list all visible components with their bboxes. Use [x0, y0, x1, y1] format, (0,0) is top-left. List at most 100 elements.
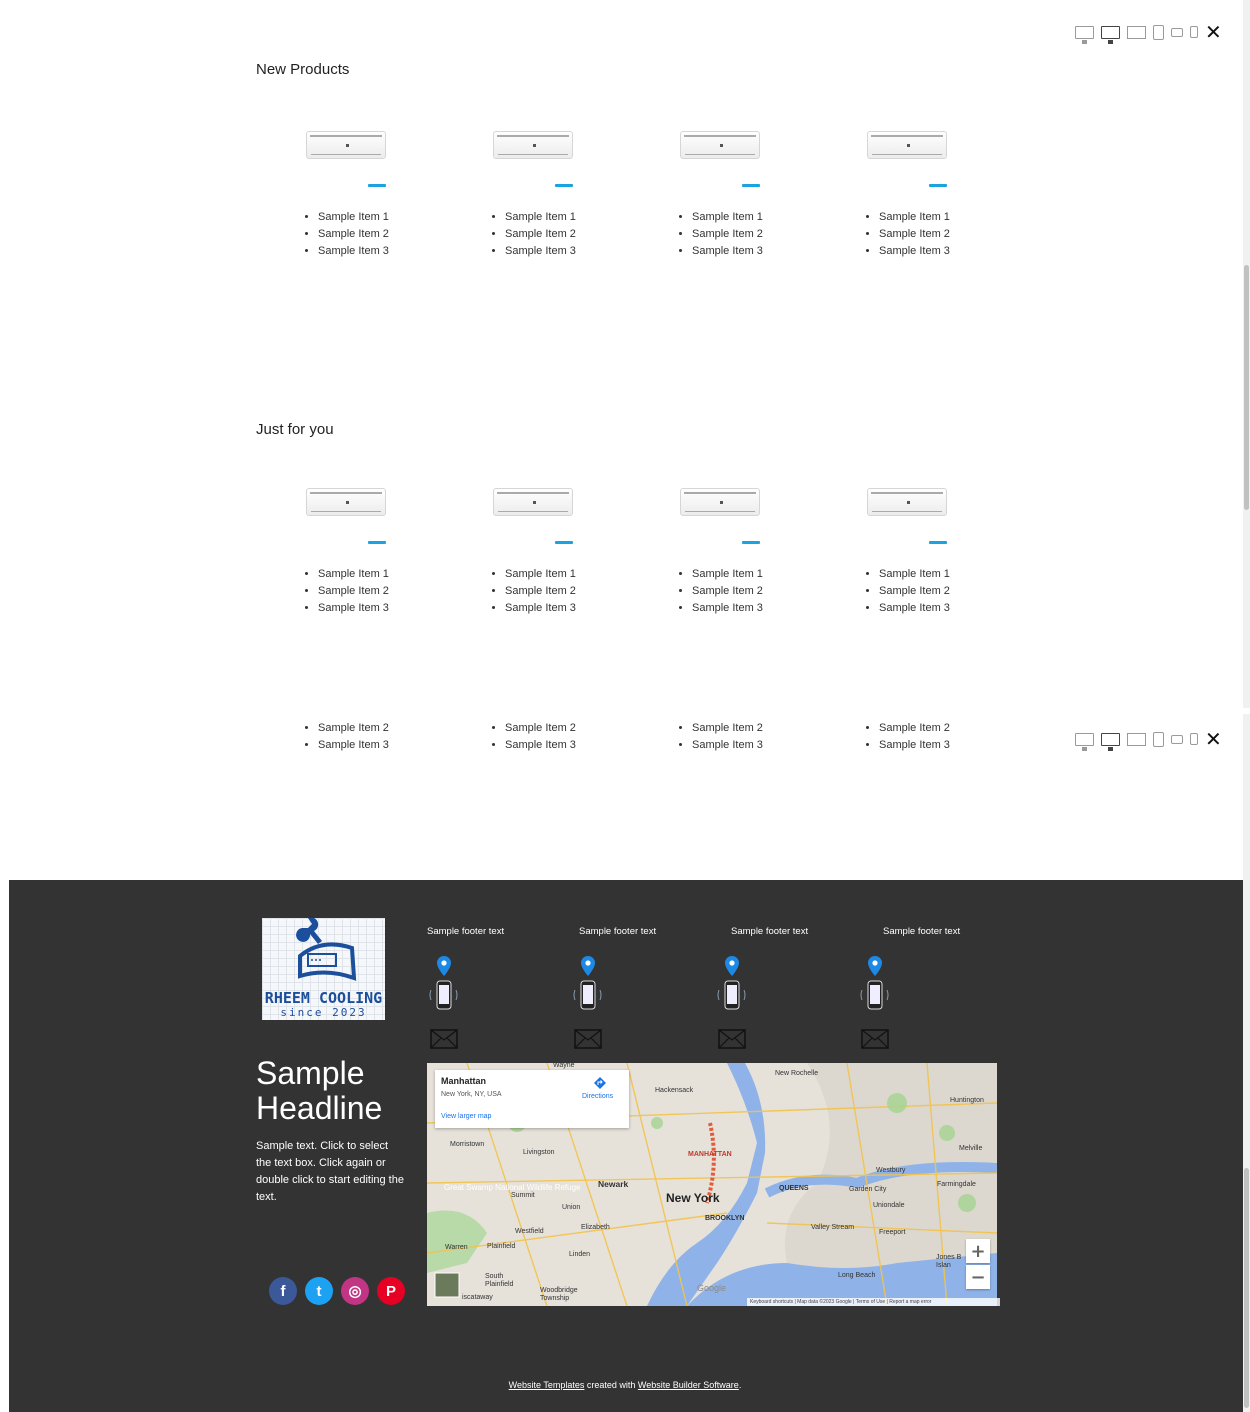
brand-logo-mark	[929, 541, 947, 544]
email-icon[interactable]	[430, 1029, 458, 1049]
facebook-icon[interactable]: f	[269, 1277, 297, 1305]
list-item: Sample Item 2	[692, 226, 763, 243]
location-pin-icon[interactable]	[725, 956, 739, 976]
scrollbar-thumb[interactable]	[1244, 265, 1249, 510]
map-label: Uniondale	[873, 1202, 905, 1209]
scrollbar-thumb[interactable]	[1244, 1168, 1249, 1408]
instagram-icon[interactable]: ◎	[341, 1277, 369, 1305]
product-feature-list: Sample Item 1 Sample Item 2 Sample Item …	[256, 566, 389, 617]
list-item: Sample Item 3	[505, 737, 576, 754]
list-item: Sample Item 1	[692, 209, 763, 226]
location-pin-icon[interactable]	[868, 956, 882, 976]
phone-icon[interactable]	[1190, 733, 1198, 745]
footer-headline: Sample Headline	[256, 1056, 382, 1126]
email-icon[interactable]	[574, 1029, 602, 1049]
desktop-icon[interactable]	[1101, 732, 1120, 751]
website-templates-link[interactable]: Website Templates	[509, 1380, 585, 1390]
location-pin-icon[interactable]	[581, 956, 595, 976]
laptop-icon[interactable]	[1127, 25, 1146, 39]
map-label: Long Beach	[838, 1272, 876, 1279]
product-feature-list: Sample Item 1 Sample Item 2 Sample Item …	[256, 209, 389, 260]
tablet-icon[interactable]	[1153, 24, 1164, 40]
list-item: Sample Item 2	[879, 226, 950, 243]
map-label: Farmingdale	[937, 1181, 976, 1188]
pinterest-icon[interactable]: P	[377, 1277, 405, 1305]
map-label: Elizabeth	[581, 1224, 610, 1231]
section-title-just-for-you: Just for you	[256, 421, 334, 438]
list-item: Sample Item 2	[505, 583, 576, 600]
list-item: Sample Item 1	[692, 566, 763, 583]
headline-line: Sample	[256, 1055, 365, 1091]
map-label: Great Swamp National Wildlife Refuge	[444, 1183, 581, 1192]
list-item: Sample Item 3	[505, 243, 576, 260]
phone-icon[interactable]	[858, 979, 892, 1011]
list-item: Sample Item 1	[505, 209, 576, 226]
footer-text: Sample footer text	[731, 926, 809, 937]
footer-contact-column: Sample footer text	[427, 926, 537, 1049]
view-larger-map-link[interactable]: View larger map	[441, 1113, 491, 1120]
close-icon[interactable]: ✕	[1205, 729, 1222, 749]
google-logo: Google	[697, 1283, 727, 1293]
list-item: Sample Item 2	[505, 226, 576, 243]
laptop-icon[interactable]	[1127, 732, 1146, 746]
list-item: Sample Item 3	[692, 737, 763, 754]
scrollbar-bottom[interactable]	[1243, 714, 1250, 1412]
phone-landscape-icon[interactable]	[1171, 734, 1183, 744]
phone-icon[interactable]	[715, 979, 749, 1011]
list-item: Sample Item 2	[318, 226, 389, 243]
product-feature-list: Sample Item 1 Sample Item 2 Sample Item …	[817, 209, 950, 260]
map-label: Freeport	[879, 1229, 906, 1236]
map-label: BROOKLYN	[705, 1215, 745, 1222]
footer-body-text: Sample text. Click to select the text bo…	[256, 1140, 404, 1203]
list-item: Sample Item 3	[692, 243, 763, 260]
list-item: Sample Item 2	[505, 720, 576, 737]
list-item: Sample Item 3	[318, 243, 389, 260]
directions-icon[interactable]	[594, 1077, 606, 1089]
phone-icon[interactable]	[427, 979, 461, 1011]
directions-link[interactable]: Directions	[582, 1093, 613, 1100]
place-title: Manhattan	[441, 1076, 486, 1086]
desktop-large-icon[interactable]	[1075, 732, 1094, 751]
map-label: South Plainfield	[485, 1273, 514, 1288]
map-label: Newark	[598, 1179, 629, 1189]
map-label: Plainfield	[487, 1243, 516, 1250]
map-label: New York	[666, 1191, 720, 1205]
brand-logo-mark	[368, 184, 386, 187]
map-attribution: Keyboard shortcuts | Map data ©2023 Goog…	[747, 1298, 1000, 1306]
footer-contact-column: Sample footer text	[571, 926, 681, 1049]
twitter-icon[interactable]: t	[305, 1277, 333, 1305]
list-item: Sample Item 1	[505, 566, 576, 583]
website-builder-link[interactable]: Website Builder Software	[638, 1380, 739, 1390]
device-toolbar-bottom: ✕	[1075, 729, 1222, 751]
list-item: Sample Item 2	[318, 583, 389, 600]
footer-contact-column: Sample footer text	[715, 926, 825, 1049]
location-pin-icon[interactable]	[437, 956, 451, 976]
brand-logo-mark	[742, 541, 760, 544]
email-icon[interactable]	[718, 1029, 746, 1049]
zoom-out-button[interactable]: −	[966, 1265, 990, 1289]
map-label: QUEENS	[779, 1185, 809, 1192]
desktop-large-icon[interactable]	[1075, 25, 1094, 44]
phone-icon[interactable]	[1190, 26, 1198, 38]
close-icon[interactable]: ✕	[1205, 22, 1222, 42]
tablet-icon[interactable]	[1153, 731, 1164, 747]
email-icon[interactable]	[861, 1029, 889, 1049]
phone-landscape-icon[interactable]	[1171, 27, 1183, 37]
list-item: Sample Item 1	[318, 209, 389, 226]
air-conditioner-image	[493, 131, 573, 159]
air-conditioner-image	[306, 131, 386, 159]
desktop-icon[interactable]	[1101, 25, 1120, 44]
list-item: Sample Item 2	[879, 583, 950, 600]
company-logo[interactable]: RHEEM COOLING since 2023	[262, 918, 385, 1020]
map-place-card: Manhattan New York, NY, USA View larger …	[435, 1070, 629, 1128]
air-conditioner-image	[680, 488, 760, 516]
zoom-in-button[interactable]: +	[966, 1239, 990, 1263]
product-feature-list: Sample Item 2 Sample Item 3	[443, 720, 576, 754]
list-item: Sample Item 1	[879, 566, 950, 583]
scrollbar-top[interactable]	[1243, 0, 1250, 708]
phone-icon[interactable]	[571, 979, 605, 1011]
product-feature-list: Sample Item 2 Sample Item 3	[630, 720, 763, 754]
map-label: Valley Stream	[811, 1224, 855, 1231]
map-label: Wayne	[553, 1062, 575, 1069]
list-item: Sample Item 3	[692, 600, 763, 617]
